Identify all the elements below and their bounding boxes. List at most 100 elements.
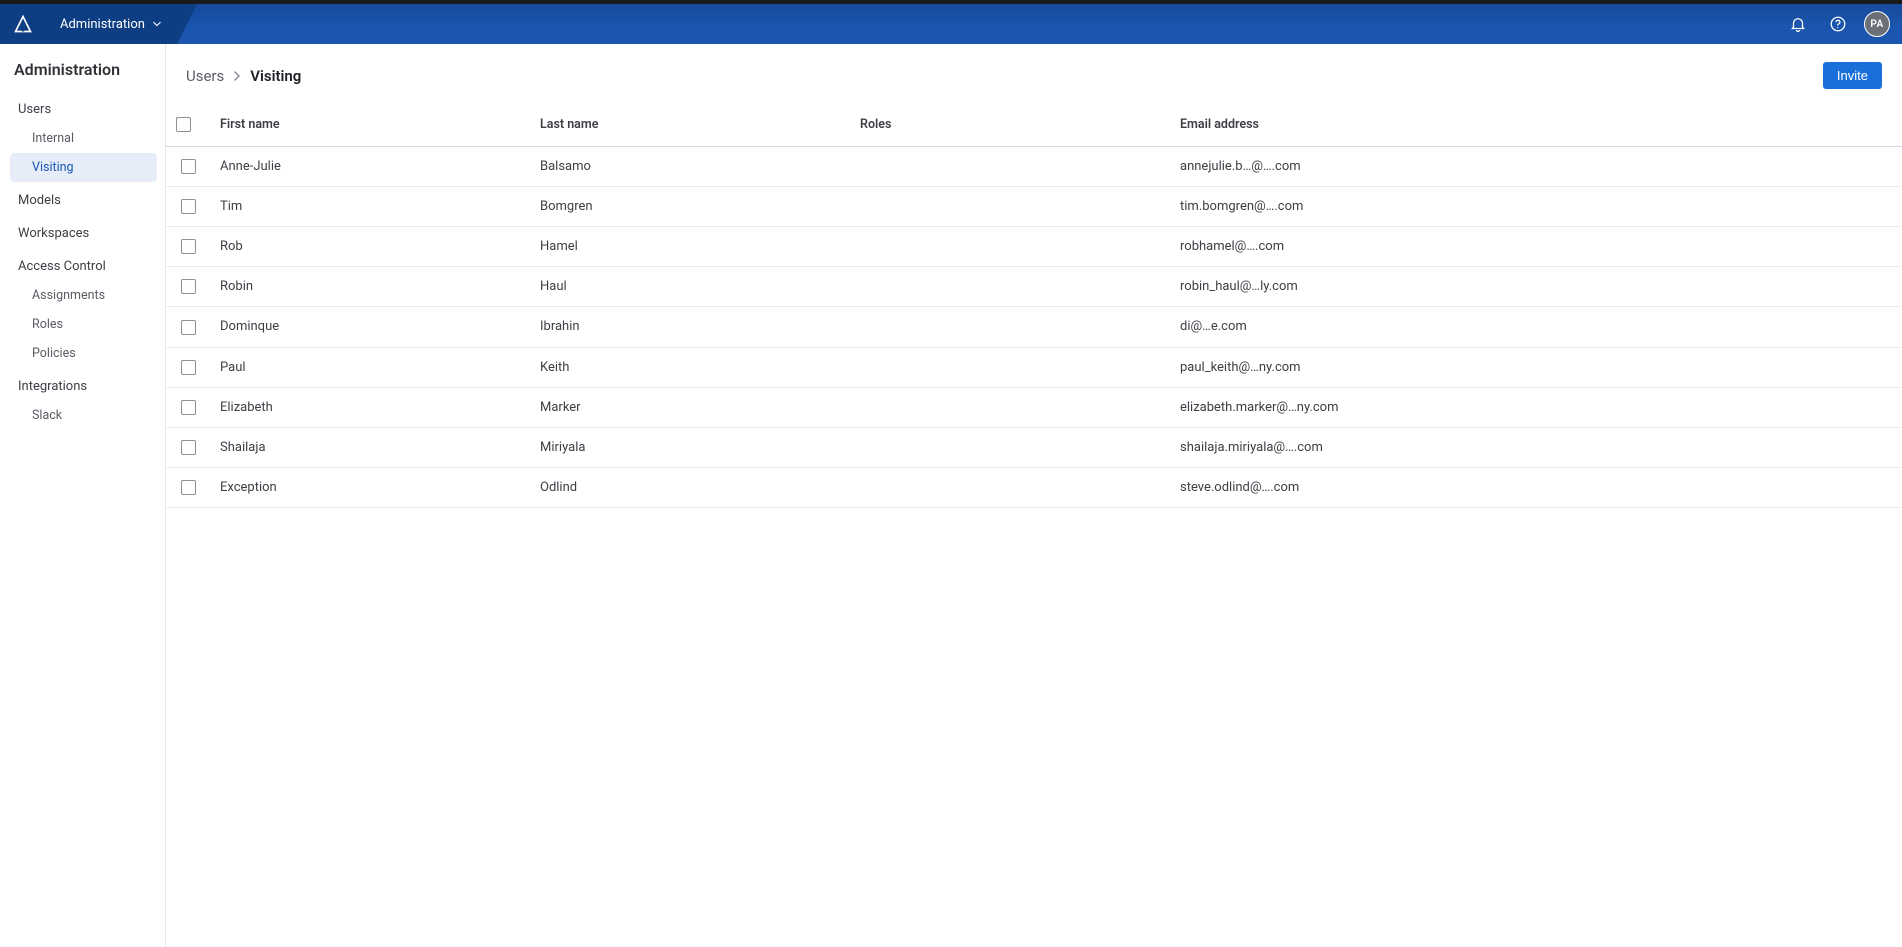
row-checkbox-cell xyxy=(166,387,210,427)
cell-first-name: Shailaja xyxy=(210,427,530,467)
cell-email: robin_haul@…ly.com xyxy=(1170,267,1902,307)
cell-last-name: Ibrahin xyxy=(530,307,850,347)
cell-last-name: Odlind xyxy=(530,467,850,507)
cell-first-name: Paul xyxy=(210,347,530,387)
main-content: Users Visiting Invite First name Last na xyxy=(166,44,1902,947)
table-row[interactable]: ShailajaMiriyala shailaja.miriyala@….com xyxy=(166,427,1902,467)
row-checkbox[interactable] xyxy=(181,400,196,415)
row-checkbox-cell xyxy=(166,467,210,507)
cell-email: tim.bomgren@….com xyxy=(1170,187,1902,227)
cell-last-name: Marker xyxy=(530,387,850,427)
cell-last-name: Keith xyxy=(530,347,850,387)
breadcrumb-parent[interactable]: Users xyxy=(186,67,224,85)
bell-icon xyxy=(1789,15,1807,33)
page-header: Users Visiting Invite xyxy=(166,44,1902,103)
cell-roles xyxy=(850,387,1170,427)
sidebar-title: Administration xyxy=(10,60,157,91)
help-icon xyxy=(1829,15,1847,33)
avatar-initials: PA xyxy=(1870,19,1883,30)
sidebar-item-assignments[interactable]: Assignments xyxy=(10,281,157,310)
column-email[interactable]: Email address xyxy=(1170,103,1902,147)
cell-last-name: Bomgren xyxy=(530,187,850,227)
sidebar-item-roles[interactable]: Roles xyxy=(10,310,157,339)
sidebar-item-visiting[interactable]: Visiting xyxy=(10,153,157,182)
cell-first-name: Robin xyxy=(210,267,530,307)
column-last-name[interactable]: Last name xyxy=(530,103,850,147)
sidebar: Administration UsersInternalVisiting Mode… xyxy=(0,44,166,947)
cell-roles xyxy=(850,267,1170,307)
invite-button[interactable]: Invite xyxy=(1823,62,1882,89)
sidebar-item-workspaces[interactable]: Workspaces xyxy=(10,219,157,248)
cell-roles xyxy=(850,307,1170,347)
cell-email: elizabeth.marker@…ny.com xyxy=(1170,387,1902,427)
row-checkbox[interactable] xyxy=(181,199,196,214)
table-header-row: First name Last name Roles Email address xyxy=(166,103,1902,147)
sidebar-item-integrations[interactable]: Integrations xyxy=(10,372,157,401)
sidebar-nav: UsersInternalVisiting Models Workspaces Acc… xyxy=(10,95,157,430)
cell-email: di@…e.com xyxy=(1170,307,1902,347)
cell-email: paul_keith@…ny.com xyxy=(1170,347,1902,387)
column-roles[interactable]: Roles xyxy=(850,103,1170,147)
chevron-right-icon xyxy=(232,71,242,81)
row-checkbox[interactable] xyxy=(181,279,196,294)
row-checkbox[interactable] xyxy=(181,239,196,254)
table-row[interactable]: ElizabethMarker elizabeth.marker@…ny.com xyxy=(166,387,1902,427)
table-row[interactable]: RobinHaulrobin_haul@…ly.com xyxy=(166,267,1902,307)
users-table: First name Last name Roles Email address… xyxy=(166,103,1902,508)
column-checkbox xyxy=(166,103,210,147)
sidebar-item-internal[interactable]: Internal xyxy=(10,124,157,153)
row-checkbox-cell xyxy=(166,427,210,467)
cell-last-name: Miriyala xyxy=(530,427,850,467)
cell-first-name: Exception xyxy=(210,467,530,507)
cell-last-name: Hamel xyxy=(530,227,850,267)
row-checkbox-cell xyxy=(166,187,210,227)
sidebar-item-models[interactable]: Models xyxy=(10,186,157,215)
notifications-button[interactable] xyxy=(1784,10,1812,38)
select-all-checkbox[interactable] xyxy=(176,117,191,132)
table-row[interactable]: ExceptionOdlindsteve.odlind@….com xyxy=(166,467,1902,507)
module-switcher[interactable]: Administration xyxy=(46,4,177,44)
column-first-name[interactable]: First name xyxy=(210,103,530,147)
module-label: Administration xyxy=(60,17,145,32)
table-row[interactable]: RobHamel robhamel@….com xyxy=(166,227,1902,267)
row-checkbox[interactable] xyxy=(181,320,196,335)
row-checkbox[interactable] xyxy=(181,440,196,455)
cell-email: shailaja.miriyala@….com xyxy=(1170,427,1902,467)
cell-first-name: Rob xyxy=(210,227,530,267)
table-row[interactable]: Anne-JulieBalsamoannejulie.b…@….com xyxy=(166,147,1902,187)
cell-roles xyxy=(850,187,1170,227)
row-checkbox[interactable] xyxy=(181,480,196,495)
sidebar-item-slack[interactable]: Slack xyxy=(10,401,157,430)
row-checkbox-cell xyxy=(166,147,210,187)
row-checkbox-cell xyxy=(166,267,210,307)
cell-roles xyxy=(850,147,1170,187)
row-checkbox[interactable] xyxy=(181,360,196,375)
cell-first-name: Dominque xyxy=(210,307,530,347)
cell-first-name: Anne-Julie xyxy=(210,147,530,187)
help-button[interactable] xyxy=(1824,10,1852,38)
cell-roles xyxy=(850,427,1170,467)
user-avatar[interactable]: PA xyxy=(1864,11,1890,37)
table-row[interactable]: DominqueIbrahin di@…e.com xyxy=(166,307,1902,347)
cell-roles xyxy=(850,347,1170,387)
cell-roles xyxy=(850,467,1170,507)
sidebar-item-users[interactable]: Users xyxy=(10,95,157,124)
sidebar-item-policies[interactable]: Policies xyxy=(10,339,157,368)
sidebar-item-access-control[interactable]: Access Control xyxy=(10,252,157,281)
chevron-down-icon xyxy=(153,20,161,28)
breadcrumb: Users Visiting xyxy=(186,67,301,85)
cell-last-name: Balsamo xyxy=(530,147,850,187)
row-checkbox[interactable] xyxy=(181,159,196,174)
cell-first-name: Elizabeth xyxy=(210,387,530,427)
cell-email: robhamel@….com xyxy=(1170,227,1902,267)
breadcrumb-current: Visiting xyxy=(250,67,301,85)
cell-first-name: Tim xyxy=(210,187,530,227)
cell-roles xyxy=(850,227,1170,267)
table-body: Anne-JulieBalsamoannejulie.b…@….comTimBo… xyxy=(166,147,1902,508)
app-header: Administration PA xyxy=(0,4,1902,44)
table-row[interactable]: TimBomgren tim.bomgren@….com xyxy=(166,187,1902,227)
row-checkbox-cell xyxy=(166,227,210,267)
app-logo[interactable] xyxy=(0,4,46,44)
row-checkbox-cell xyxy=(166,347,210,387)
table-row[interactable]: PaulKeith paul_keith@…ny.com xyxy=(166,347,1902,387)
